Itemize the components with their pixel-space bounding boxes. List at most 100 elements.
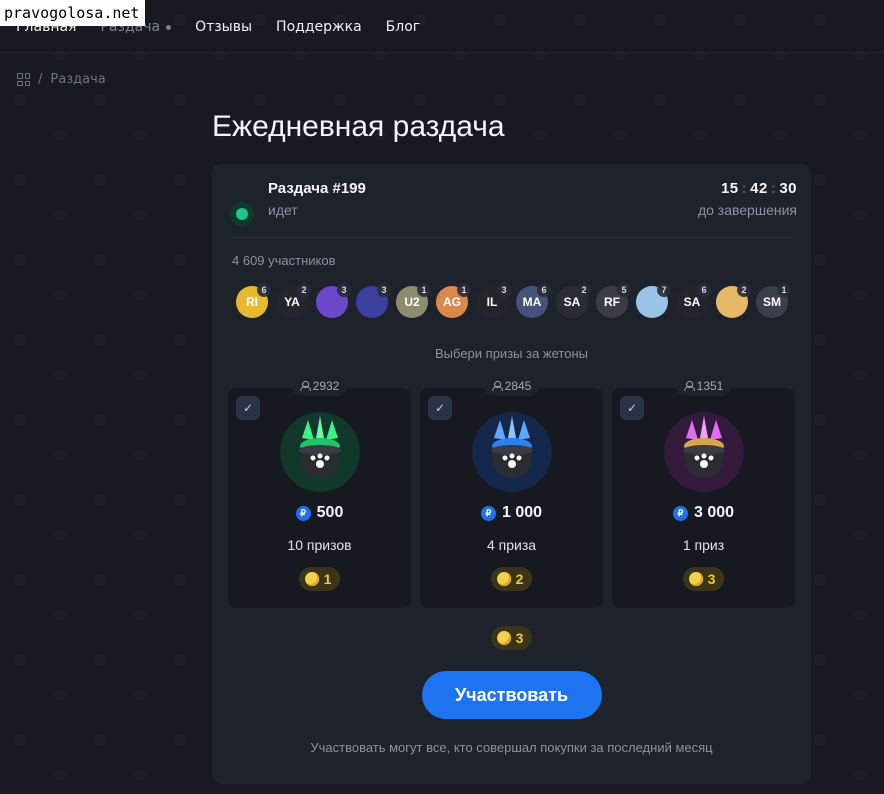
user-icon bbox=[491, 381, 503, 391]
currency-coin-icon: ₽ bbox=[295, 505, 311, 521]
avatar-initials: MA bbox=[522, 295, 542, 309]
avatar-initials: SA bbox=[683, 295, 701, 309]
checkbox-check-icon[interactable]: ✓ bbox=[428, 396, 452, 420]
prize-quantity: 10 призов bbox=[287, 537, 352, 553]
active-dot-icon bbox=[166, 24, 172, 30]
purple-cauldron-icon bbox=[663, 412, 744, 492]
prize-participants-value: 1351 bbox=[696, 379, 724, 393]
grid-icon[interactable] bbox=[17, 73, 30, 86]
avatar-ticket-badge: 6 bbox=[537, 283, 551, 297]
prize-card-500[interactable]: 2932 ✓ ₽500 10 призов 1 bbox=[228, 376, 411, 608]
checkbox-check-icon[interactable]: ✓ bbox=[620, 396, 644, 420]
avatar-ticket-badge: 2 bbox=[297, 283, 311, 297]
total-token-cost: 3 bbox=[490, 626, 533, 650]
participant-avatar[interactable]: SA 2 bbox=[556, 283, 591, 318]
total-token-value: 3 bbox=[515, 630, 524, 646]
site-watermark: pravogolosa.net bbox=[0, 0, 146, 26]
token-cost: 3 bbox=[682, 567, 725, 591]
prize-price-value: 500 bbox=[316, 504, 344, 521]
live-status-icon bbox=[230, 202, 254, 226]
participant-avatar[interactable]: RF 5 bbox=[596, 283, 631, 318]
timer-hours: 15 bbox=[720, 180, 739, 197]
gold-token-icon bbox=[304, 572, 319, 586]
green-cauldron-icon bbox=[279, 412, 360, 492]
avatar-ticket-badge: 5 bbox=[617, 283, 631, 297]
participate-button[interactable]: Участвовать bbox=[421, 671, 602, 719]
prize-price: ₽500 bbox=[228, 504, 411, 522]
avatar-initials: U2 bbox=[404, 295, 420, 309]
gold-token-icon bbox=[688, 572, 703, 586]
participant-avatars: RI 6 YA 2 3 3 U2 1 AG 1 IL 3 MA 6 SA 2 RF 5 7 SA 6 2 SM 1 bbox=[236, 283, 791, 318]
participants-count: 4 609 участников bbox=[232, 253, 336, 268]
breadcrumb: / Раздача bbox=[17, 72, 106, 87]
timer-label: до завершения bbox=[697, 202, 797, 218]
participant-avatar[interactable]: SA 6 bbox=[676, 283, 711, 318]
user-icon bbox=[299, 381, 311, 391]
prize-card-3000[interactable]: 1351 ✓ ₽3 000 1 приз 3 bbox=[612, 376, 795, 608]
avatar-ticket-badge: 3 bbox=[377, 283, 391, 297]
avatar-ticket-badge: 2 bbox=[737, 283, 751, 297]
round-title: Раздача #199 bbox=[268, 180, 366, 197]
participant-avatar[interactable]: SM 1 bbox=[756, 283, 791, 318]
participant-avatar[interactable]: 3 bbox=[356, 283, 391, 318]
nav-divider bbox=[0, 52, 884, 53]
blue-cauldron-icon bbox=[471, 412, 552, 492]
participant-avatar[interactable]: IL 3 bbox=[476, 283, 511, 318]
participant-avatar[interactable]: 2 bbox=[716, 283, 751, 318]
prize-quantity: 1 приз bbox=[682, 537, 725, 553]
currency-coin-icon: ₽ bbox=[672, 505, 688, 521]
token-cost-value: 3 bbox=[707, 571, 716, 587]
timer-seconds: 30 bbox=[779, 180, 797, 197]
avatar-initials: SA bbox=[563, 295, 581, 309]
currency-coin-icon: ₽ bbox=[480, 505, 496, 521]
avatar-ticket-badge: 1 bbox=[777, 283, 791, 297]
timer-minutes: 42 bbox=[750, 180, 768, 197]
prize-price: ₽3 000 bbox=[612, 504, 795, 522]
avatar-initials: SM bbox=[763, 295, 781, 309]
prize-card-1000[interactable]: 2845 ✓ ₽1 000 4 приза 2 bbox=[420, 376, 603, 608]
token-cost: 1 bbox=[298, 567, 341, 591]
giveaway-card: Раздача #199 идет 15:42:30 до завершения… bbox=[212, 164, 811, 784]
round-header: Раздача #199 идет 15:42:30 до завершения bbox=[230, 180, 797, 240]
avatar-ticket-badge: 6 bbox=[257, 283, 271, 297]
nav-item-reviews[interactable]: Отзывы bbox=[195, 19, 252, 35]
token-cost-value: 1 bbox=[323, 571, 332, 587]
prize-participants: 2845 bbox=[483, 376, 540, 396]
avatar-ticket-badge: 7 bbox=[657, 283, 671, 297]
prize-participants: 1351 bbox=[675, 376, 732, 396]
nav-item-blog[interactable]: Блог bbox=[386, 19, 420, 35]
participant-avatar[interactable]: 7 bbox=[636, 283, 671, 318]
user-icon bbox=[683, 381, 695, 391]
prize-participants-value: 2932 bbox=[312, 379, 340, 393]
prize-participants: 2932 bbox=[291, 376, 348, 396]
prize-participants-value: 2845 bbox=[504, 379, 532, 393]
avatar-ticket-badge: 3 bbox=[497, 283, 511, 297]
participant-avatar[interactable]: YA 2 bbox=[276, 283, 311, 318]
prize-price-value: 3 000 bbox=[693, 504, 735, 521]
avatar-initials: RF bbox=[604, 295, 620, 309]
nav-item-support[interactable]: Поддержка bbox=[276, 19, 362, 35]
avatar-ticket-badge: 2 bbox=[577, 283, 591, 297]
participant-avatar[interactable]: MA 6 bbox=[516, 283, 551, 318]
prize-price-value: 1 000 bbox=[501, 504, 543, 521]
prize-price: ₽1 000 bbox=[420, 504, 603, 522]
checkbox-check-icon[interactable]: ✓ bbox=[236, 396, 260, 420]
avatar-ticket-badge: 6 bbox=[697, 283, 711, 297]
participant-avatar[interactable]: RI 6 bbox=[236, 283, 271, 318]
avatar-ticket-badge: 1 bbox=[457, 283, 471, 297]
countdown-timer: 15:42:30 bbox=[721, 180, 797, 197]
eligibility-note: Участвовать могут все, кто совершал поку… bbox=[310, 740, 713, 755]
timer-separator: : bbox=[770, 180, 777, 197]
breadcrumb-separator: / bbox=[38, 72, 43, 87]
prize-quantity: 4 приза bbox=[486, 537, 537, 553]
participant-avatar[interactable]: AG 1 bbox=[436, 283, 471, 318]
page-title: Ежедневная раздача bbox=[212, 110, 505, 143]
avatar-ticket-badge: 3 bbox=[337, 283, 351, 297]
participant-avatar[interactable]: 3 bbox=[316, 283, 351, 318]
participant-avatar[interactable]: U2 1 bbox=[396, 283, 431, 318]
gold-token-icon bbox=[496, 631, 511, 645]
timer-separator: : bbox=[741, 180, 748, 197]
token-cost-value: 2 bbox=[515, 571, 524, 587]
gold-token-icon bbox=[496, 572, 511, 586]
avatar-initials: AG bbox=[443, 295, 461, 309]
